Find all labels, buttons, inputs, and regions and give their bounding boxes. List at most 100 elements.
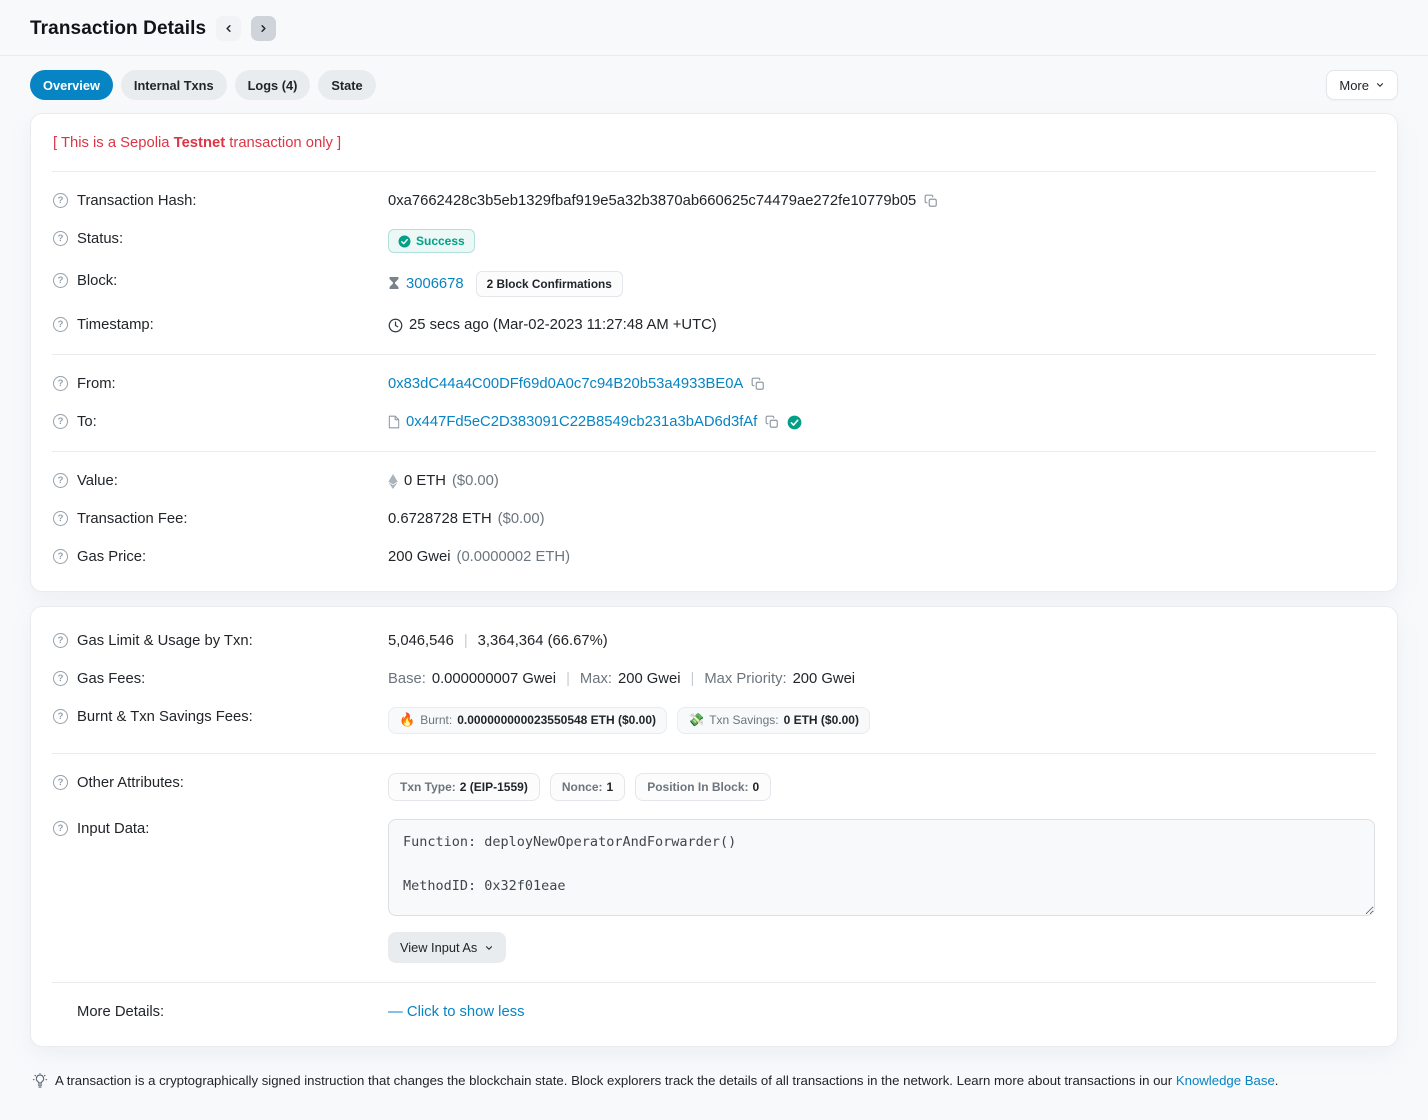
help-icon[interactable]: ? — [53, 511, 68, 526]
copy-from-address-button[interactable] — [749, 377, 765, 391]
value-eth: 0 ETH — [404, 471, 446, 491]
tab-overview[interactable]: Overview — [30, 70, 113, 100]
help-icon[interactable]: ? — [53, 414, 68, 429]
gas-fees-base-label: Base: — [388, 669, 426, 689]
tabs-row: Overview Internal Txns Logs (4) State Mo… — [30, 56, 1398, 113]
input-data-textarea[interactable]: Function: deployNewOperatorAndForwarder(… — [388, 819, 1375, 916]
contract-file-icon — [388, 415, 400, 429]
from-label: From: — [77, 374, 116, 394]
tab-logs[interactable]: Logs (4) — [235, 70, 311, 100]
more-details-label: More Details: — [77, 1002, 164, 1022]
gas-price-label: Gas Price: — [77, 547, 146, 567]
timestamp-value: 25 secs ago (Mar-02-2023 11:27:48 AM +UT… — [409, 315, 717, 335]
row-gas-price: ? Gas Price: 200 Gwei (0.0000002 ETH) — [53, 538, 1375, 576]
row-input-data: ? Input Data: Function: deployNewOperato… — [53, 810, 1375, 972]
chevron-right-icon — [258, 23, 269, 34]
transaction-fee-eth: 0.6728728 ETH — [388, 509, 492, 529]
transaction-hash-value: 0xa7662428c3b5eb1329fbaf919e5a32b3870ab6… — [388, 191, 916, 211]
next-transaction-button[interactable] — [251, 16, 276, 41]
copy-transaction-hash-button[interactable] — [922, 194, 938, 208]
txn-type-badge: Txn Type: 2 (EIP-1559) — [388, 773, 540, 801]
nonce-value: 1 — [607, 780, 614, 794]
check-circle-icon — [398, 235, 411, 248]
transaction-hash-label: Transaction Hash: — [77, 191, 197, 211]
help-icon[interactable]: ? — [53, 473, 68, 488]
timestamp-label: Timestamp: — [77, 315, 154, 335]
value-usd: ($0.00) — [452, 471, 499, 491]
divider — [52, 451, 1376, 452]
copy-icon — [751, 377, 765, 391]
help-icon[interactable]: ? — [53, 709, 68, 724]
block-confirmations-badge: 2 Block Confirmations — [476, 271, 623, 297]
divider — [52, 171, 1376, 172]
previous-transaction-button[interactable] — [216, 16, 241, 41]
tab-internal-txns[interactable]: Internal Txns — [121, 70, 227, 100]
to-label: To: — [77, 412, 97, 432]
pipe-separator: | — [687, 669, 699, 689]
view-input-as-button[interactable]: View Input As — [388, 932, 506, 963]
row-to: ? To: 0x447Fd5eC2D383091C22B8549cb231a3b… — [53, 403, 1375, 441]
burnt-label: Burnt: — [420, 713, 452, 728]
nonce-label: Nonce: — [562, 780, 603, 794]
gas-fees-label: Gas Fees: — [77, 669, 145, 689]
tab-state[interactable]: State — [318, 70, 375, 100]
lightbulb-icon — [32, 1073, 48, 1089]
show-less-link[interactable]: — Click to show less — [388, 1002, 525, 1022]
help-icon[interactable]: ? — [53, 273, 68, 288]
divider — [52, 354, 1376, 355]
transaction-details-card: ? Gas Limit & Usage by Txn: 5,046,546 | … — [30, 606, 1398, 1047]
transaction-fee-label: Transaction Fee: — [77, 509, 187, 529]
more-dropdown-button[interactable]: More — [1326, 70, 1398, 100]
row-transaction-fee: ? Transaction Fee: 0.6728728 ETH ($0.00) — [53, 500, 1375, 538]
help-icon[interactable]: ? — [53, 376, 68, 391]
more-dropdown-label: More — [1339, 78, 1369, 93]
divider — [52, 982, 1376, 983]
verified-check-icon — [787, 415, 802, 430]
tabs: Overview Internal Txns Logs (4) State — [30, 70, 1326, 100]
page-container: Transaction Details — [0, 0, 1428, 55]
gas-price-gwei: 200 Gwei — [388, 547, 451, 567]
knowledge-base-link[interactable]: Knowledge Base — [1176, 1073, 1275, 1088]
footer-note: A transaction is a cryptographically sig… — [30, 1061, 1398, 1120]
row-transaction-hash: ? Transaction Hash: 0xa7662428c3b5eb1329… — [53, 182, 1375, 220]
row-from: ? From: 0x83dC44a4C00DFf69d0A0c7c94B20b5… — [53, 365, 1375, 403]
footer-text-period: . — [1275, 1073, 1279, 1088]
chevron-down-icon — [484, 943, 494, 953]
position-in-block-badge: Position In Block: 0 — [635, 773, 771, 801]
pipe-separator: | — [562, 669, 574, 689]
gas-price-eth: (0.0000002 ETH) — [457, 547, 571, 567]
status-badge-label: Success — [416, 234, 465, 248]
gas-limit-usage-label: Gas Limit & Usage by Txn: — [77, 631, 253, 651]
row-timestamp: ? Timestamp: 25 secs ago (Mar-02-2023 11… — [53, 306, 1375, 344]
row-burnt-savings: ? Burnt & Txn Savings Fees: 🔥 Burnt: 0.0… — [53, 698, 1375, 743]
help-icon[interactable]: ? — [53, 193, 68, 208]
block-number-link[interactable]: 3006678 — [406, 274, 464, 294]
pipe-separator: | — [460, 631, 472, 651]
copy-icon — [924, 194, 938, 208]
testnet-warning-bold: Testnet — [174, 135, 226, 151]
testnet-warning-suffix: transaction only ] — [225, 135, 341, 151]
position-in-block-label: Position In Block: — [647, 780, 748, 794]
help-icon[interactable]: ? — [53, 317, 68, 332]
copy-to-address-button[interactable] — [763, 415, 779, 429]
hourglass-icon — [388, 277, 400, 291]
gas-fees-max-priority-value: 200 Gwei — [793, 669, 856, 689]
help-icon[interactable]: ? — [53, 633, 68, 648]
help-icon[interactable]: ? — [53, 671, 68, 686]
txn-type-label: Txn Type: — [400, 780, 456, 794]
txn-savings-value: 0 ETH ($0.00) — [784, 713, 859, 728]
chevron-down-icon — [1375, 80, 1385, 90]
money-wings-icon: 💸 — [688, 713, 704, 728]
help-icon[interactable]: ? — [53, 549, 68, 564]
status-label: Status: — [77, 229, 123, 249]
from-address-link[interactable]: 0x83dC44a4C00DFf69d0A0c7c94B20b53a4933BE… — [388, 374, 743, 394]
help-icon[interactable]: ? — [53, 775, 68, 790]
help-icon[interactable]: ? — [53, 231, 68, 246]
row-value: ? Value: 0 ETH ($0.00) — [53, 462, 1375, 500]
to-address-link[interactable]: 0x447Fd5eC2D383091C22B8549cb231a3bAD6d3f… — [406, 412, 757, 432]
row-block: ? Block: 3006678 2 Block Confirmations — [53, 262, 1375, 306]
row-gas-fees: ? Gas Fees: Base: 0.000000007 Gwei | Max… — [53, 660, 1375, 698]
help-icon[interactable]: ? — [53, 821, 68, 836]
footer-text: A transaction is a cryptographically sig… — [55, 1072, 1278, 1090]
footer-text-body: A transaction is a cryptographically sig… — [55, 1073, 1176, 1088]
